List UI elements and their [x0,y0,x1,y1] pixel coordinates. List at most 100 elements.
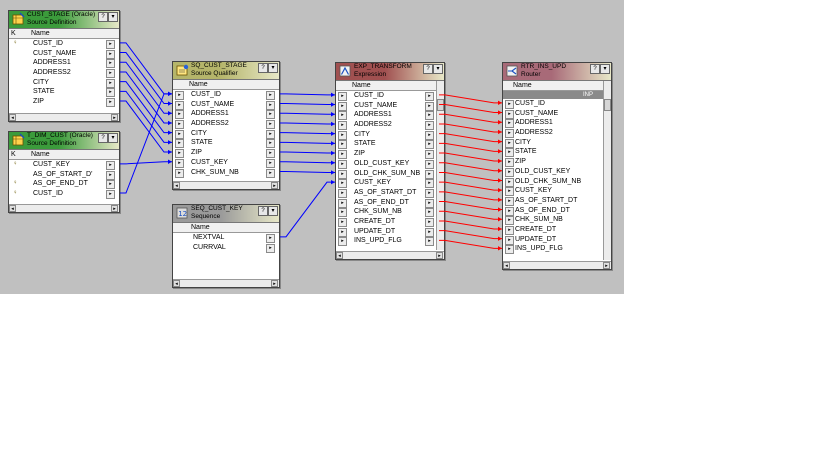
output-port-icon[interactable]: ▸ [425,130,434,140]
port-row[interactable]: ZIP ▸ [9,97,119,108]
output-port-icon[interactable]: ▸ [425,111,434,121]
input-port-icon[interactable]: ▸ [175,158,184,168]
port-row[interactable]: AS_OF_END_DT ▸ ▸ [336,198,444,208]
output-port-icon[interactable]: ▸ [425,169,434,179]
transform-sq[interactable]: SQ_CUST_STAGE Source Qualifier? ▾ Name CUST_… [172,61,280,190]
output-port-icon[interactable]: ▸ [106,49,115,59]
output-port-icon[interactable]: ▸ [425,188,434,198]
port-row[interactable]: CHK_SUM_NB ▸ ▸ [336,207,444,218]
mapping-canvas[interactable]: CUST_STAGE (Oracle) Source Definition? ▾ K N… [0,0,624,294]
port-row[interactable]: CITY ▸ [503,138,611,148]
input-port-icon[interactable]: ▸ [338,159,347,169]
port-row[interactable]: OLD_CHK_SUM_NB ▸ [503,177,611,187]
input-port-icon[interactable]: ▸ [505,187,514,197]
output-port-icon[interactable]: ▸ [106,40,115,49]
port-row[interactable]: STATE ▸ ▸ [173,138,279,149]
port-row[interactable]: ADDRESS1 ▸ [503,118,611,129]
output-port-icon[interactable]: ▸ [106,98,115,108]
input-port-icon[interactable]: ▸ [175,139,184,149]
info-button[interactable]: ? [423,64,433,74]
scroll-left-icon[interactable]: ◂ [9,114,16,121]
output-port-icon[interactable]: ▸ [106,180,115,190]
input-port-icon[interactable]: ▸ [175,168,184,178]
port-row[interactable]: ♀ CUST_ID ▸ [9,39,119,49]
port-row[interactable]: ♀ CUST_ID ▸ [9,189,119,200]
port-row[interactable]: ADDRESS2 ▸ [9,68,119,79]
port-row[interactable]: OLD_CHK_SUM_NB ▸ ▸ [336,169,444,179]
transform-header[interactable]: CUST_STAGE (Oracle) Source Definition? ▾ [9,11,119,28]
port-list[interactable]: CUST_ID ▸ ▸ CUST_NAME ▸ ▸ ADDRESS1 ▸ ▸ ADDRESS2 ▸ ▸… [173,90,279,178]
input-port-icon[interactable]: ▸ [175,129,184,139]
port-row[interactable]: OLD_CUST_KEY ▸ ▸ [336,159,444,169]
output-port-icon[interactable]: ▸ [266,100,275,110]
output-port-icon[interactable]: ▸ [266,234,275,243]
output-port-icon[interactable]: ▸ [425,159,434,169]
port-row[interactable]: ZIP ▸ [503,157,611,168]
port-row[interactable]: ♀ AS_OF_END_DT ▸ [9,179,119,190]
output-port-icon[interactable]: ▸ [425,179,434,189]
output-port-icon[interactable]: ▸ [266,129,275,139]
input-port-icon[interactable]: ▸ [338,121,347,131]
port-row[interactable]: CUST_KEY ▸ [503,186,611,197]
output-port-icon[interactable]: ▸ [425,198,434,208]
vertical-scrollbar[interactable] [603,81,611,260]
input-port-icon[interactable]: ▸ [505,225,514,235]
input-port-icon[interactable]: ▸ [175,100,184,110]
output-port-icon[interactable]: ▸ [425,237,434,247]
horizontal-scrollbar[interactable]: ◂ ▸ [173,181,279,189]
input-port-icon[interactable]: ▸ [338,101,347,111]
port-row[interactable]: CITY ▸ ▸ [336,130,444,140]
input-port-icon[interactable]: ▸ [338,198,347,208]
port-list[interactable]: CUST_ID ▸ ▸ CUST_NAME ▸ ▸ ADDRESS1 ▸ ▸ ADDRESS2 ▸ ▸… [336,91,444,247]
input-port-icon[interactable]: ▸ [175,120,184,130]
input-port-icon[interactable]: ▸ [338,130,347,140]
input-port-icon[interactable]: ▸ [505,100,514,109]
transform-header[interactable]: RTR_INS_UPD Router? ▾ [503,63,611,80]
input-port-icon[interactable]: ▸ [505,196,514,206]
info-button[interactable]: ? [258,206,268,216]
output-port-icon[interactable]: ▸ [266,139,275,149]
minimize-button[interactable]: ▾ [433,64,443,74]
minimize-button[interactable]: ▾ [268,206,278,216]
port-row[interactable]: ADDRESS1 ▸ ▸ [336,110,444,121]
transform-src2[interactable]: T_DIM_CUST (Oracle) Source Definition? ▾ K N… [8,131,120,213]
scroll-left-icon[interactable]: ◂ [173,280,180,287]
port-row[interactable]: INS_UPD_FLG ▸ [503,244,611,255]
output-port-icon[interactable]: ▸ [106,69,115,79]
port-row[interactable]: AS_OF_START_DT ▸ [503,196,611,206]
scroll-right-icon[interactable]: ▸ [436,252,443,259]
scroll-right-icon[interactable]: ▸ [271,280,278,287]
port-row[interactable]: CUST_ID ▸ ▸ [173,90,279,100]
port-row[interactable]: CUST_NAME ▸ [503,109,611,119]
input-port-icon[interactable]: ▸ [338,92,347,101]
horizontal-scrollbar[interactable]: ◂ ▸ [9,113,119,121]
horizontal-scrollbar[interactable]: ◂ ▸ [336,251,444,259]
port-row[interactable]: OLD_CUST_KEY ▸ [503,167,611,177]
port-row[interactable]: CUST_NAME ▸ ▸ [336,101,444,111]
port-row[interactable]: CREATE_DT ▸ ▸ [336,217,444,227]
port-row[interactable]: CREATE_DT ▸ [503,225,611,235]
port-row[interactable]: CURRVAL ▸ [173,243,279,253]
output-port-icon[interactable]: ▸ [106,78,115,88]
port-row[interactable]: CUST_ID ▸ ▸ [336,91,444,101]
port-list[interactable]: ♀ CUST_KEY ▸ AS_OF_START_D' ▸ ♀ AS_OF_END_DT ▸ ♀… [9,160,119,200]
port-row[interactable]: ADDRESS2 ▸ ▸ [336,120,444,131]
group-row[interactable]: INP [503,91,611,99]
port-row[interactable]: CUST_NAME ▸ [9,49,119,59]
output-port-icon[interactable]: ▸ [266,91,275,100]
transform-seq[interactable]: 12 SEQ_CUST_KEY Sequence? ▾ Name NEXTVAL ▸ CURR… [172,204,280,288]
output-port-icon[interactable]: ▸ [425,121,434,131]
scroll-right-icon[interactable]: ▸ [111,205,118,212]
port-row[interactable]: ZIP ▸ ▸ [173,148,279,159]
input-port-icon[interactable]: ▸ [505,167,514,177]
output-port-icon[interactable]: ▸ [106,59,115,69]
output-port-icon[interactable]: ▸ [266,168,275,178]
scroll-left-icon[interactable]: ◂ [336,252,343,259]
port-row[interactable]: AS_OF_END_DT ▸ [503,206,611,216]
transform-header[interactable]: T_DIM_CUST (Oracle) Source Definition? ▾ [9,132,119,149]
transform-header[interactable]: SQ_CUST_STAGE Source Qualifier? ▾ [173,62,279,79]
minimize-button[interactable]: ▾ [108,12,118,22]
input-port-icon[interactable]: ▸ [338,179,347,189]
output-port-icon[interactable]: ▸ [425,217,434,227]
port-row[interactable]: STATE ▸ [9,87,119,98]
